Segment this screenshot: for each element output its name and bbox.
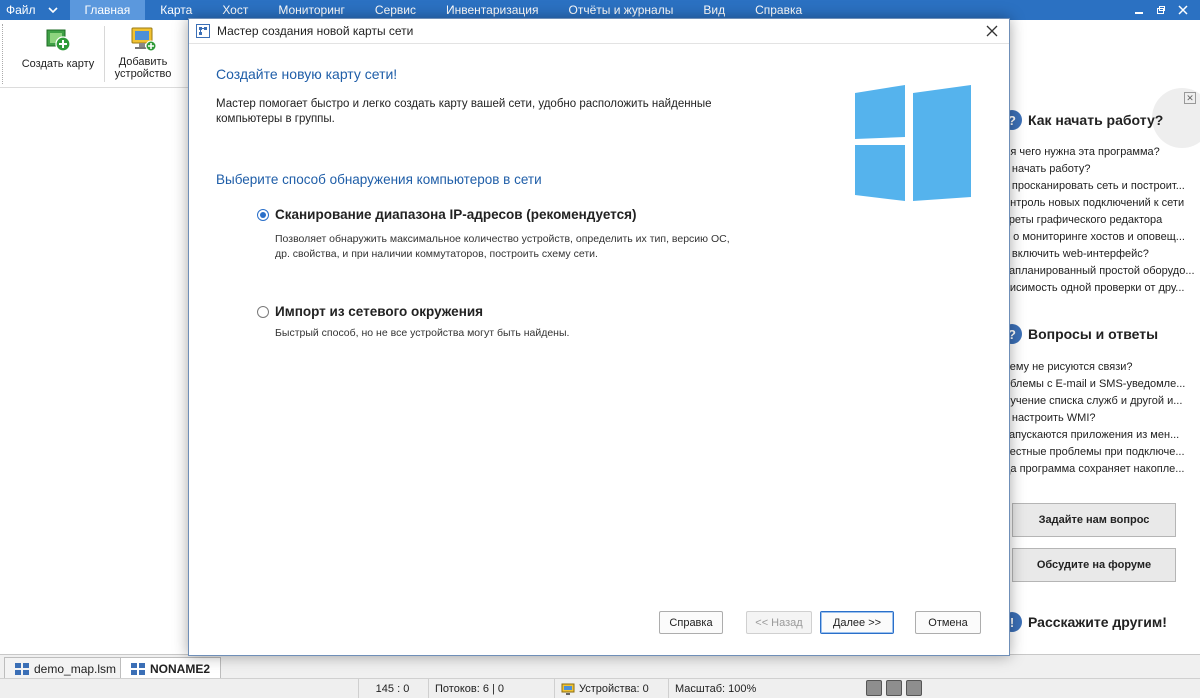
toolbar-grip [2,24,6,84]
close-icon[interactable] [1174,2,1192,18]
howto-header: ? Как начать работу? [1004,110,1163,130]
ip-scan-label[interactable]: Сканирование диапазона IP-адресов (реком… [275,207,637,222]
document-tabs: demo_map.lsm NONAME2 [0,654,1200,679]
menu-service[interactable]: Сервис [360,0,431,20]
panel-close-icon[interactable]: ✕ [1184,92,1196,104]
howto-link[interactable]: висимость одной проверки от дру... [1004,280,1195,297]
main-menu-bar: Файл Главная Карта Хост Мониторинг Серви… [0,0,1200,20]
tab-label: demo_map.lsm [34,661,117,676]
faq-title: Вопросы и ответы [1028,326,1159,342]
ip-scan-radio[interactable] [257,208,269,221]
back-button[interactable]: << Назад [746,611,812,634]
menu-map[interactable]: Карта [145,0,207,20]
status-bar: 145 : 0 Потоков: 6 | 0 Устройства: 0 Мас… [0,678,1200,698]
howto-link[interactable]: ля чего нужна эта программа? [1004,144,1195,161]
dialog-close-icon[interactable] [981,21,1003,41]
network-map-logo-icon [855,85,971,201]
next-button[interactable]: Далее >> [820,611,894,634]
network-import-label[interactable]: Импорт из сетевого окружения [275,304,483,319]
map-file-icon [15,662,29,675]
faq-link[interactable]: да программа сохраняет накопле... [1004,461,1185,478]
new-map-wizard-dialog: Мастер создания новой карты сети Создайт… [188,18,1010,656]
export-icon[interactable] [906,680,922,696]
faq-link[interactable]: запускаются приложения из мен... [1004,427,1185,444]
restore-icon[interactable] [1152,2,1170,18]
tab-noname2[interactable]: NONAME2 [120,657,222,679]
faq-header: ? Вопросы и ответы [1004,324,1158,344]
menu-reports[interactable]: Отчёты и журналы [553,0,688,20]
howto-link[interactable]: к просканировать сеть и построит... [1004,178,1195,195]
menu-view[interactable]: Вид [688,0,740,20]
howto-link[interactable]: к начать работу? [1004,161,1195,178]
forum-button[interactable]: Обсудите на форуме [1012,548,1176,582]
howto-link[interactable]: онтроль новых подключений к сети [1004,195,1195,212]
map-file-icon [131,662,145,675]
dialog-title: Мастер создания новой карты сети [217,24,414,38]
wizard-heading: Создайте новую карту сети! [216,66,398,82]
menu-home[interactable]: Главная [69,0,146,20]
create-map-label: Создать карту [21,58,95,70]
create-map-icon [46,29,71,52]
minimize-icon[interactable] [1130,2,1148,18]
menu-help[interactable]: Справка [740,0,817,20]
chevron-down-icon[interactable] [42,0,64,20]
ask-question-button[interactable]: Задайте нам вопрос [1012,503,1176,537]
faq-link[interactable]: облемы с E-mail и SMS-уведомле... [1004,376,1185,393]
network-import-description: Быстрый способ, но не все устройства мог… [275,327,570,339]
faq-list: чему не рисуются связи? облемы с E-mail … [1004,359,1185,478]
faq-link[interactable]: лучение списка служб и другой и... [1004,393,1185,410]
option-ip-scan[interactable]: Сканирование диапазона IP-адресов (реком… [257,207,637,222]
start-panel: ✕ ? Как начать работу? ля чего нужна эта… [1003,88,1200,650]
status-devices-label: Устройства: 0 [579,683,649,695]
wizard-description: Мастер помогает быстро и легко создать к… [216,98,712,125]
create-map-button[interactable]: Создать карту [20,24,96,70]
status-coords: 145 : 0 [358,679,426,698]
wizard-icon [196,24,210,38]
add-device-label-2: устройство [114,68,172,80]
help-button[interactable]: Справка [659,611,723,634]
add-device-label-1: Добавить [118,56,168,68]
cancel-button[interactable]: Отмена [915,611,981,634]
menu-monitoring[interactable]: Мониторинг [263,0,360,20]
howto-list: ля чего нужна эта программа? к начать ра… [1004,144,1195,297]
add-device-icon [131,27,157,52]
share-header: ! Расскажите другим! [1004,612,1167,632]
howto-title: Как начать работу? [1028,112,1164,128]
discovery-method-heading: Выберите способ обнаружения компьютеров … [216,172,542,187]
printer-icon[interactable] [886,680,902,696]
tab-label: NONAME2 [150,661,211,676]
faq-link[interactable]: к настроить WMI? [1004,410,1185,427]
monitor-icon [561,683,575,695]
dialog-titlebar[interactable]: Мастер создания новой карты сети [189,19,1009,44]
network-import-radio[interactable] [257,305,269,318]
share-title: Расскажите другим! [1028,614,1167,630]
menu-inventory[interactable]: Инвентаризация [431,0,553,20]
option-network-import[interactable]: Импорт из сетевого окружения [257,304,483,319]
status-threads: Потоков: 6 | 0 [428,679,552,698]
tab-demo-map[interactable]: demo_map.lsm [4,657,128,679]
howto-link[interactable]: ё о мониторинге хостов и оповещ... [1004,229,1195,246]
menu-file[interactable]: Файл [0,0,42,20]
ribbon-separator [104,26,105,82]
howto-link[interactable]: креты графического редактора [1004,212,1195,229]
status-devices: Устройства: 0 [554,679,666,698]
howto-link[interactable]: запланированный простой оборудо... [1004,263,1195,280]
status-scale: Масштаб: 100% [668,679,858,698]
printer-icon[interactable] [866,680,882,696]
faq-link[interactable]: вестные проблемы при подключе... [1004,444,1185,461]
faq-link[interactable]: чему не рисуются связи? [1004,359,1185,376]
menu-host[interactable]: Хост [207,0,263,20]
ip-scan-description: Позволяет обнаружить максимальное количе… [275,233,730,260]
status-tray [866,680,922,696]
window-controls [1130,0,1192,20]
add-device-button[interactable]: Добавить устройство [110,24,176,80]
ribbon-toolbar: Создать карту Добавить устройство [0,20,190,88]
howto-link[interactable]: к включить web-интерфейс? [1004,246,1195,263]
